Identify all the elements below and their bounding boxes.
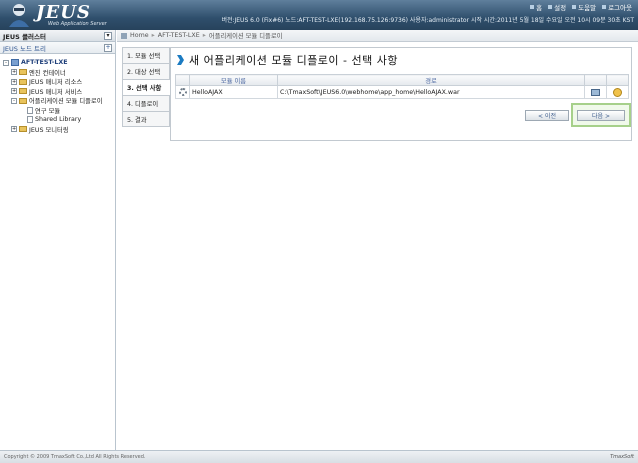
- tree-item-module-deploy[interactable]: - 어플리케이션 모듈 디플로이: [3, 96, 112, 106]
- nav-dot-icon: [548, 5, 553, 9]
- settings-icon[interactable]: [613, 87, 622, 97]
- nav-dot-icon: [572, 5, 577, 9]
- tree-item-monitoring[interactable]: + JEUS 모니터링: [3, 125, 112, 135]
- tree-item-shared-library[interactable]: Shared Library: [3, 115, 112, 125]
- nav-help[interactable]: 도움말: [572, 2, 596, 12]
- column-header-select: [175, 74, 190, 86]
- table-header-row: 모듈 이름 경로: [175, 74, 629, 86]
- step-options[interactable]: 3. 선택 사항: [122, 79, 170, 95]
- prev-button[interactable]: < 이전: [525, 110, 569, 121]
- page-title-row: 새 어플리케이션 모듈 디플로이 - 선택 사항: [177, 52, 398, 68]
- document-icon: [27, 106, 33, 114]
- folder-icon: [19, 126, 27, 133]
- expand-toggle-icon[interactable]: +: [11, 88, 17, 95]
- chevron-right-icon: [177, 55, 184, 65]
- row-action-cell-1: [584, 85, 607, 99]
- server-status: 버전:JEUS 6.0 (Fix#6) 노드:AFT-TEST-LXE(192.…: [221, 17, 634, 24]
- tree-item-node[interactable]: - AFT-TEST-LXE: [3, 58, 112, 68]
- breadcrumb-separator-icon: ▸: [151, 32, 155, 39]
- nav-logout[interactable]: 로그아웃: [602, 2, 632, 12]
- module-table: 모듈 이름 경로 HelloAJAX C:\TmaxSoft\JEUS6.0\w…: [175, 74, 629, 99]
- breadcrumb-home[interactable]: Home: [130, 32, 149, 39]
- top-nav: 홈 설정 도움말 로그아웃: [530, 2, 632, 12]
- nav-home-label: 홈: [536, 4, 543, 12]
- cluster-header: JEUS 클러스터 ▾: [0, 30, 115, 42]
- breadcrumb-separator-icon: ▸: [202, 32, 206, 39]
- expand-tree-button[interactable]: +: [104, 43, 112, 52]
- jeus-logo: JEUS Web Application Server: [4, 2, 116, 28]
- row-icon-cell: [175, 85, 190, 99]
- server-icon: [11, 59, 19, 67]
- breadcrumb: Home ▸ AFT-TEST-LXE ▸ 어플리케이션 모듈 디플로이: [117, 30, 638, 42]
- home-icon: [121, 32, 127, 39]
- step-select-module[interactable]: 1. 모듈 선택: [122, 47, 170, 63]
- step-deploy[interactable]: 4. 디플로이: [122, 95, 170, 111]
- document-icon: [27, 116, 33, 124]
- tree-item-label: JEUS 모니터링: [29, 126, 69, 134]
- expand-toggle-icon[interactable]: +: [11, 78, 17, 85]
- module-name-cell: HelloAJAX: [189, 85, 278, 99]
- collapse-toggle-icon[interactable]: -: [3, 59, 9, 66]
- next-button[interactable]: 다음 >: [577, 110, 625, 121]
- tree-item-label: Shared Library: [35, 116, 82, 124]
- tree-item-research-module[interactable]: 연구 모듈: [3, 106, 112, 116]
- expand-toggle-icon[interactable]: +: [11, 69, 17, 76]
- page-title: 새 어플리케이션 모듈 디플로이 - 선택 사항: [189, 54, 398, 67]
- cluster-title: JEUS 클러스터: [3, 32, 47, 41]
- module-gear-icon: [178, 88, 187, 96]
- tree-item-label: AFT-TEST-LXE: [21, 59, 68, 67]
- collapse-cluster-button[interactable]: ▾: [104, 31, 112, 40]
- table-row[interactable]: HelloAJAX C:\TmaxSoft\JEUS6.0\webhome\ap…: [175, 85, 629, 99]
- folder-icon: [19, 69, 27, 76]
- logo-text: JEUS: [36, 2, 91, 23]
- nav-dot-icon: [530, 5, 535, 9]
- footer-brand-logo: TmaxSoft: [610, 454, 634, 460]
- column-header-action-2: [606, 74, 629, 86]
- tree-item-engine-container[interactable]: + 엔진 컨테이너: [3, 68, 112, 78]
- monitor-icon[interactable]: [591, 88, 600, 96]
- step-result[interactable]: 5. 결과: [122, 111, 170, 127]
- folder-icon: [19, 88, 27, 95]
- tree-item-label: 어플리케이션 모듈 디플로이: [29, 98, 103, 106]
- node-tree-header: JEUS 노드 트리 +: [0, 42, 115, 54]
- logo-person-icon: [9, 4, 29, 27]
- column-header-path: 경로: [277, 74, 585, 86]
- tree-item-manager-resource[interactable]: + JEUS 매니저 리소스: [3, 77, 112, 87]
- nav-home[interactable]: 홈: [530, 2, 542, 12]
- nav-settings-label: 설정: [554, 4, 567, 12]
- app-header: JEUS Web Application Server 홈 설정 도움말 로그아…: [0, 0, 638, 30]
- node-tree: - AFT-TEST-LXE + 엔진 컨테이너 + JEUS 매니저 리소스 …: [0, 54, 115, 138]
- module-path-cell: C:\TmaxSoft\JEUS6.0\webhome\app_home\Hel…: [277, 85, 585, 99]
- copyright-text: Copyright © 2009 TmaxSoft Co.,Ltd All Ri…: [4, 454, 146, 460]
- column-header-module-name: 모듈 이름: [189, 74, 278, 86]
- collapse-toggle-icon[interactable]: -: [11, 97, 17, 104]
- tree-item-label: 연구 모듈: [35, 107, 61, 115]
- nav-dot-icon: [602, 5, 607, 9]
- wizard-steps: 1. 모듈 선택 2. 대상 선택 3. 선택 사항 4. 디플로이 5. 결과: [122, 47, 170, 127]
- expand-toggle-icon[interactable]: +: [11, 126, 17, 133]
- breadcrumb-current: 어플리케이션 모듈 디플로이: [208, 33, 283, 40]
- tree-item-label: JEUS 매니저 리소스: [29, 79, 83, 87]
- step-select-target[interactable]: 2. 대상 선택: [122, 63, 170, 79]
- tree-item-manager-service[interactable]: + JEUS 매니저 서비스: [3, 87, 112, 97]
- row-action-cell-2: [606, 85, 629, 99]
- node-tree-title: JEUS 노드 트리: [3, 44, 46, 53]
- nav-logout-label: 로그아웃: [608, 4, 632, 12]
- logo-subtitle: Web Application Server: [48, 21, 107, 27]
- tree-item-label: JEUS 매니저 서비스: [29, 88, 83, 96]
- nav-help-label: 도움말: [578, 4, 597, 12]
- left-panel: JEUS 클러스터 ▾ JEUS 노드 트리 + - AFT-TEST-LXE …: [0, 30, 116, 450]
- wizard-content: 새 어플리케이션 모듈 디플로이 - 선택 사항 모듈 이름 경로 HelloA…: [170, 47, 632, 141]
- app-footer: Copyright © 2009 TmaxSoft Co.,Ltd All Ri…: [0, 450, 638, 463]
- folder-icon: [19, 78, 27, 85]
- column-header-action-1: [584, 74, 607, 86]
- breadcrumb-node[interactable]: AFT-TEST-LXE: [158, 32, 200, 39]
- folder-open-icon: [19, 97, 27, 104]
- nav-settings[interactable]: 설정: [548, 2, 566, 12]
- tree-item-label: 엔진 컨테이너: [29, 69, 66, 77]
